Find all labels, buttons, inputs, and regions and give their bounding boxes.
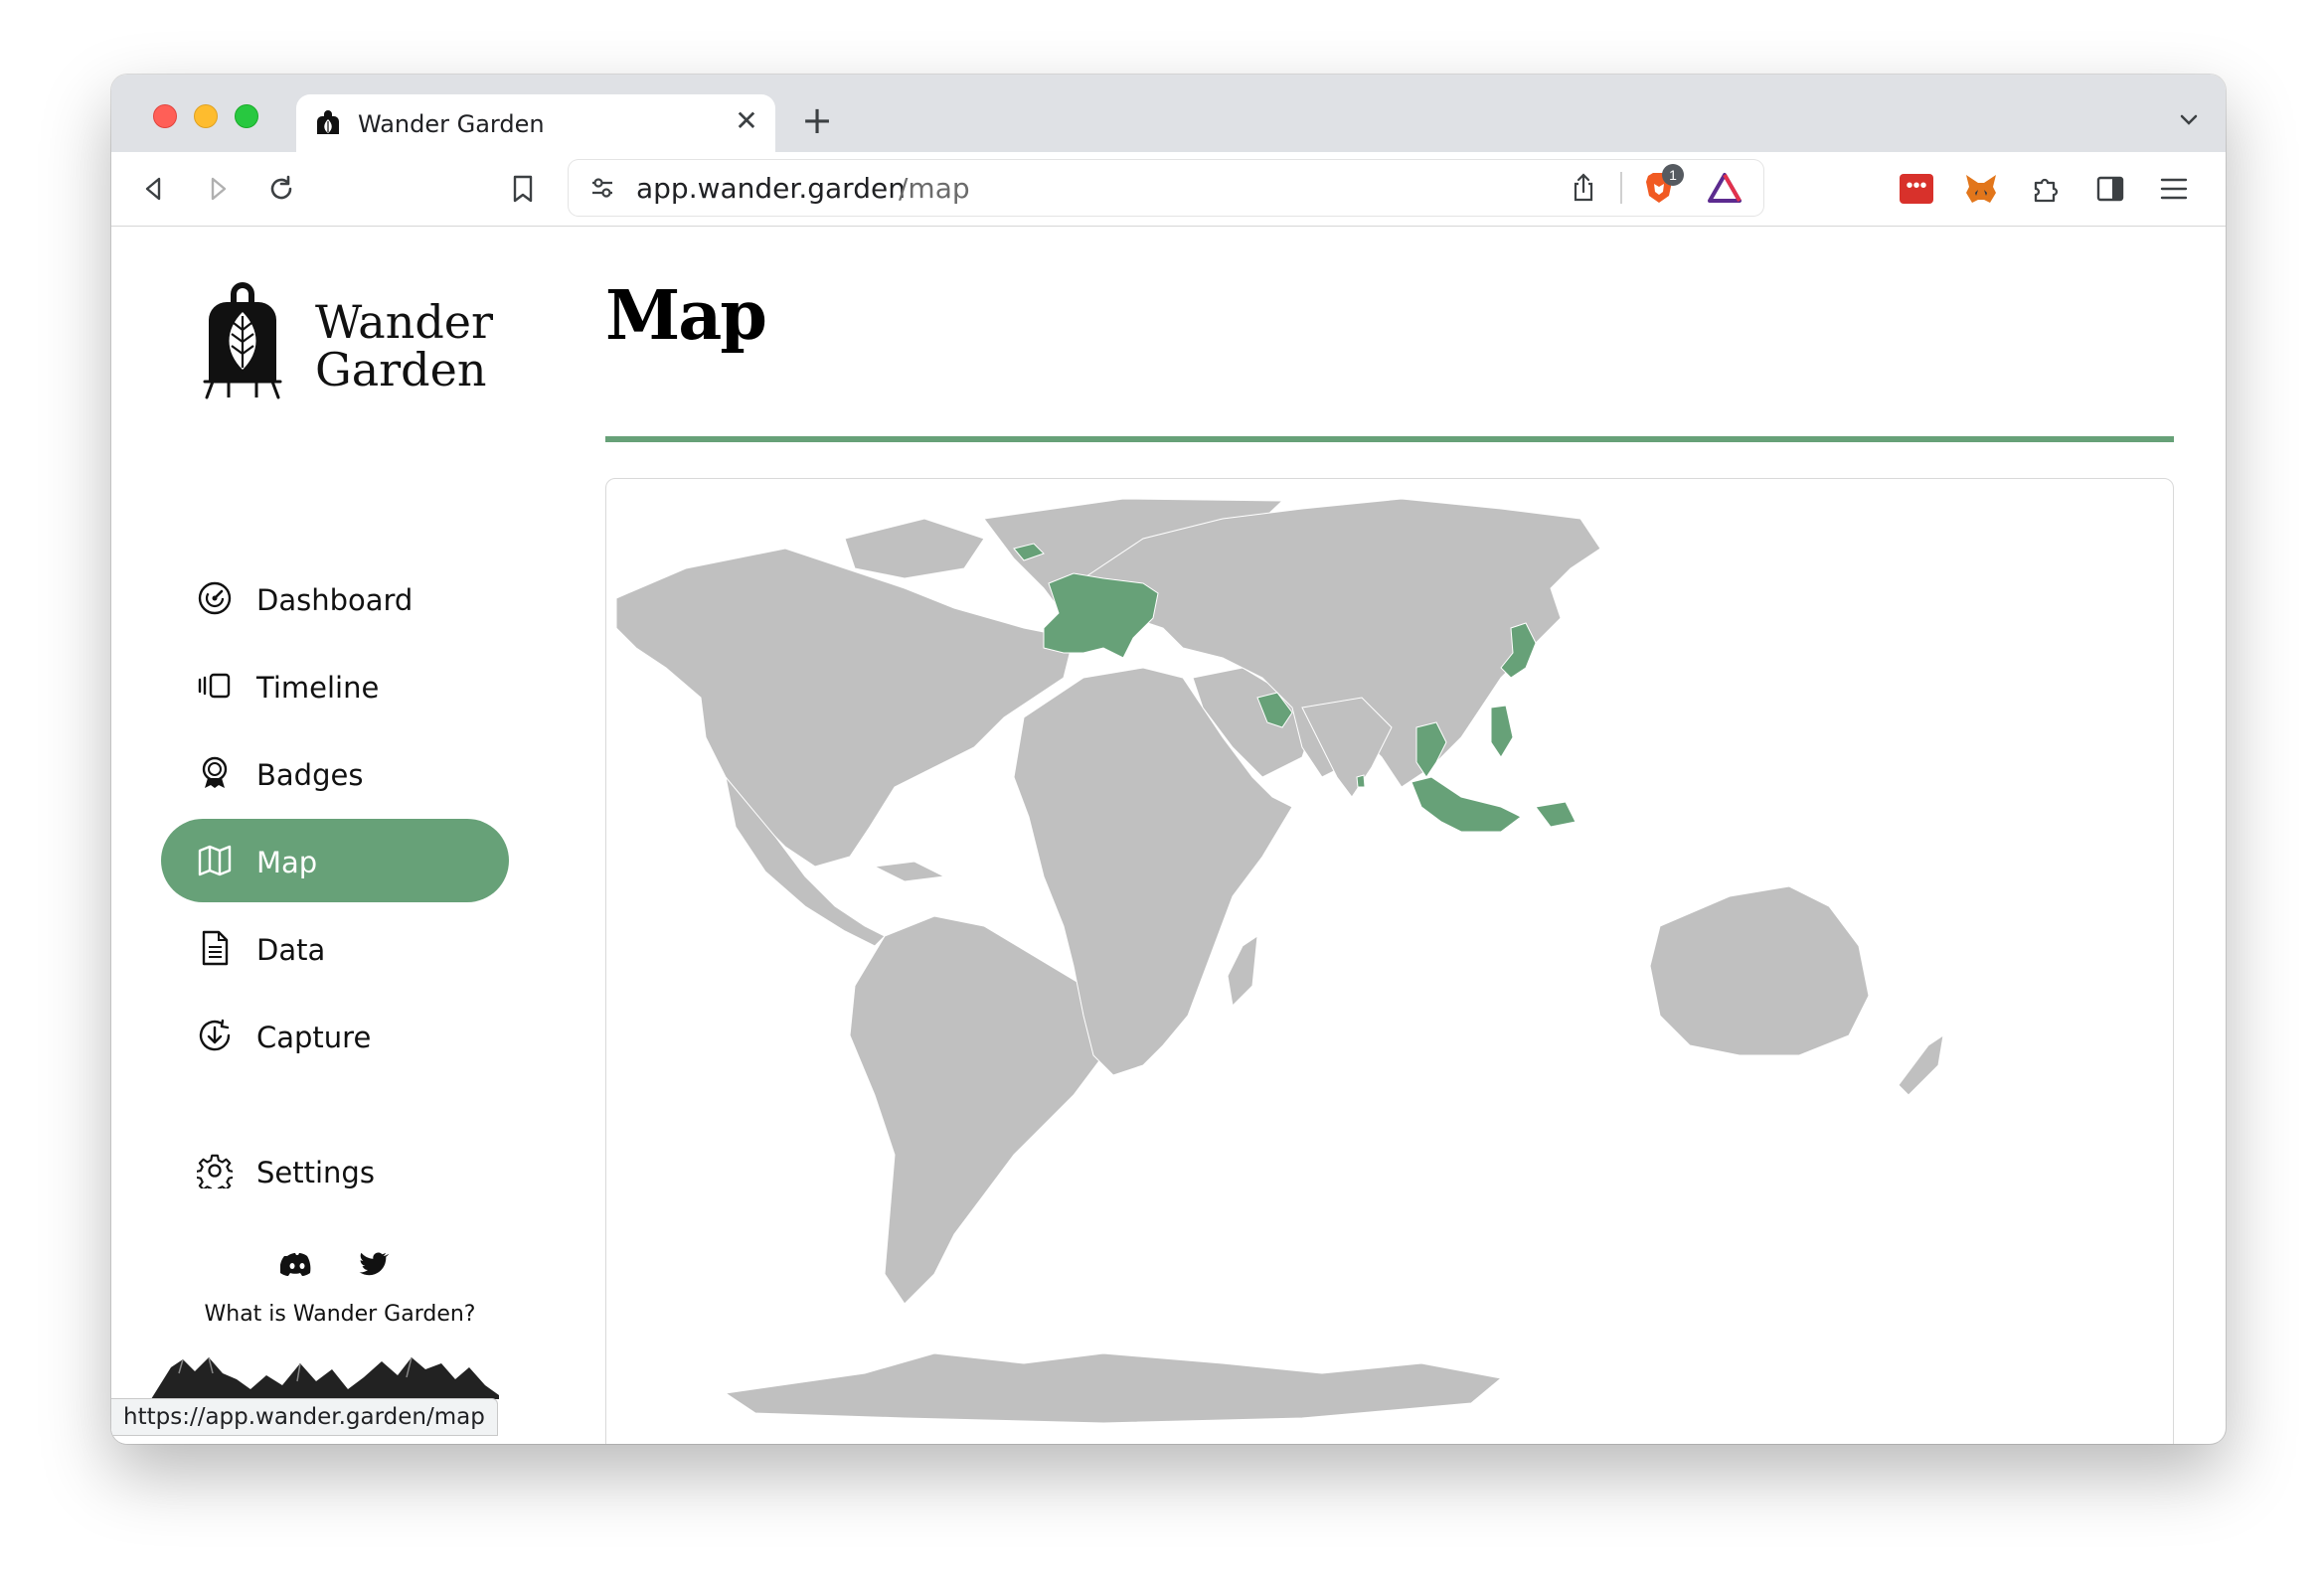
capture-icon [199,1019,231,1051]
extension-dashlane-button[interactable]: ••• [1896,168,1937,210]
bookmark-button[interactable] [502,168,544,210]
new-zealand-region [1898,1033,1944,1096]
malaysia-indonesia-visited-region [1411,776,1522,833]
zoom-window-button[interactable] [235,104,258,128]
browser-tab[interactable]: Wander Garden ✕ [296,94,775,152]
bookmark-icon [513,175,533,203]
nav-map[interactable]: Map [161,819,509,902]
extension-metamask-button[interactable] [1960,168,2002,210]
nav-settings[interactable]: Settings [161,1129,509,1212]
australia-region [1649,885,1870,1056]
nav-label: Badges [256,758,364,792]
close-window-button[interactable] [153,104,177,128]
address-bar[interactable]: app.wander.garden /map 1 [569,160,1763,216]
nav-label: Timeline [256,671,380,705]
nav-label: Data [256,933,326,967]
back-arrow-icon [145,177,161,201]
madagascar-region [1227,934,1258,1008]
browser-toolbar: app.wander.garden /map 1 ••• [111,152,2226,227]
logo-line-2: Garden [315,343,487,396]
europe-visited-region [1043,572,1159,659]
what-is-wander-garden-link[interactable]: What is Wander Garden? [111,1302,569,1327]
nav-dashboard[interactable]: Dashboard [161,556,509,640]
papua-visited-region [1535,801,1577,828]
nav-label: Settings [256,1156,375,1189]
app-sidebar: Wander Garden Dashboard Timeline Badges … [111,227,571,1444]
close-tab-icon[interactable]: ✕ [732,106,761,136]
philippines-visited-region [1490,705,1514,758]
share-icon[interactable] [1570,172,1597,204]
tab-search-chevron-icon[interactable] [2174,104,2204,134]
back-button[interactable] [133,168,175,210]
nav-capture[interactable]: Capture [161,994,509,1077]
brave-rewards-icon[interactable] [1707,172,1743,204]
site-settings-icon[interactable] [588,174,616,202]
password-manager-icon: ••• [1900,174,1933,204]
south-america-region [849,915,1114,1305]
page-title: Map [605,276,767,356]
nav-label: Capture [256,1021,372,1054]
reload-button[interactable] [260,168,302,210]
world-map-card [605,478,2174,1444]
twitter-icon[interactable] [356,1247,390,1281]
sidebar-panel-icon [2096,176,2124,202]
discord-icon[interactable] [280,1247,314,1281]
metamask-fox-icon [1966,175,1996,203]
reload-icon [270,175,292,200]
gear-icon [197,1154,233,1188]
logo-line-1: Wander [315,295,493,349]
address-divider [1620,172,1622,204]
extensions-button[interactable] [2025,168,2067,210]
north-america-region [615,548,1075,868]
world-map[interactable] [606,479,2174,1444]
sri-lanka-visited-region [1356,774,1366,788]
sidebar-toggle-button[interactable] [2089,168,2131,210]
forward-arrow-icon [211,177,227,201]
puzzle-icon [2034,178,2059,203]
nav-label: Map [256,846,318,879]
badge-icon [202,756,228,788]
forward-button[interactable] [197,168,239,210]
url-path: /map [899,172,970,205]
map-icon [198,845,232,876]
title-underline [605,436,2174,442]
app-logo-text[interactable]: Wander Garden [315,298,493,394]
menu-button[interactable] [2153,168,2195,210]
nav-timeline[interactable]: Timeline [161,644,509,727]
timeline-icon [198,673,231,699]
nav-label: Dashboard [256,583,414,617]
browser-window: Wander Garden ✕ + app.wander.garden /map [111,75,2226,1444]
mountains-illustration-icon [151,1356,499,1399]
shields-count-badge: 1 [1662,164,1684,186]
wander-garden-favicon-icon [317,110,339,134]
new-tab-button[interactable]: + [797,100,837,140]
antarctica-region [724,1352,1503,1424]
tab-bar: Wander Garden ✕ + [111,75,2226,152]
nav-data[interactable]: Data [161,906,509,990]
caribbean-region [873,861,946,882]
minimize-window-button[interactable] [194,104,218,128]
tab-title: Wander Garden [358,110,545,138]
arctic-islands-region [844,518,985,579]
gauge-icon [198,581,232,615]
wander-garden-logo-icon[interactable] [201,278,284,403]
hamburger-menu-icon [2160,178,2188,200]
nav-badges[interactable]: Badges [161,731,509,815]
url-host: app.wander.garden [636,172,906,205]
status-bar-url: https://app.wander.garden/map [111,1398,498,1436]
document-icon [202,930,229,966]
